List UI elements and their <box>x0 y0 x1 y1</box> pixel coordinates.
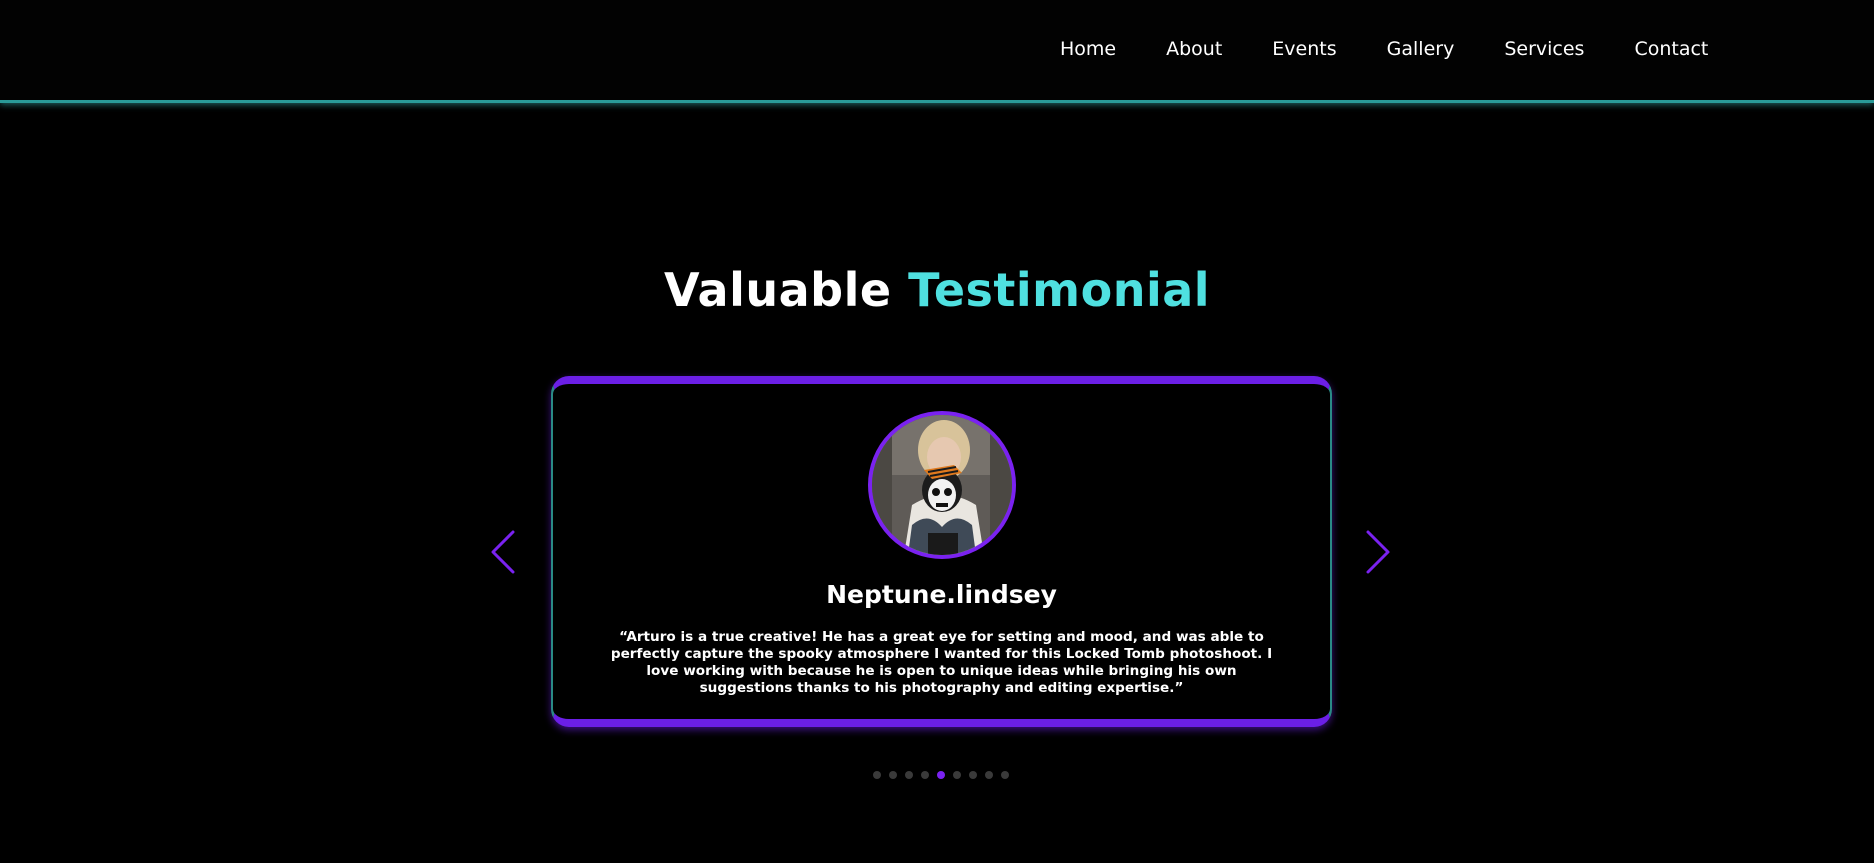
avatar-photo <box>872 415 1012 555</box>
carousel-prev-button[interactable] <box>489 528 519 576</box>
carousel-dot[interactable] <box>905 771 913 779</box>
carousel-next-button[interactable] <box>1362 528 1392 576</box>
site-header: Home About Events Gallery Services Conta… <box>0 0 1874 103</box>
chevron-right-icon <box>1366 530 1390 574</box>
nav-link-home[interactable]: Home <box>1060 36 1116 62</box>
testimonial-name: Neptune.lindsey <box>826 580 1057 609</box>
nav-link-contact[interactable]: Contact <box>1634 36 1708 62</box>
carousel-dot[interactable] <box>873 771 881 779</box>
nav-link-events[interactable]: Events <box>1272 36 1336 62</box>
carousel-dot[interactable] <box>985 771 993 779</box>
carousel-dot-active[interactable] <box>937 771 945 779</box>
carousel-dot[interactable] <box>921 771 929 779</box>
main-nav: Home About Events Gallery Services Conta… <box>1060 36 1708 62</box>
section-title-accent: Testimonial <box>908 263 1211 317</box>
testimonial-quote: “Arturo is a true creative! He has a gre… <box>610 629 1273 696</box>
section-title-main: Valuable <box>663 263 892 317</box>
nav-link-gallery[interactable]: Gallery <box>1387 36 1455 62</box>
carousel-dot[interactable] <box>889 771 897 779</box>
carousel-pagination <box>873 771 1009 779</box>
testimonial-avatar <box>868 411 1016 559</box>
nav-link-services[interactable]: Services <box>1504 36 1584 62</box>
nav-link-about[interactable]: About <box>1166 36 1222 62</box>
carousel-dot[interactable] <box>969 771 977 779</box>
carousel-dot[interactable] <box>1001 771 1009 779</box>
chevron-left-icon <box>491 530 515 574</box>
testimonial-card: Neptune.lindsey “Arturo is a true creati… <box>551 376 1332 727</box>
carousel-dot[interactable] <box>953 771 961 779</box>
section-title: Valuable Testimonial <box>0 262 1874 318</box>
